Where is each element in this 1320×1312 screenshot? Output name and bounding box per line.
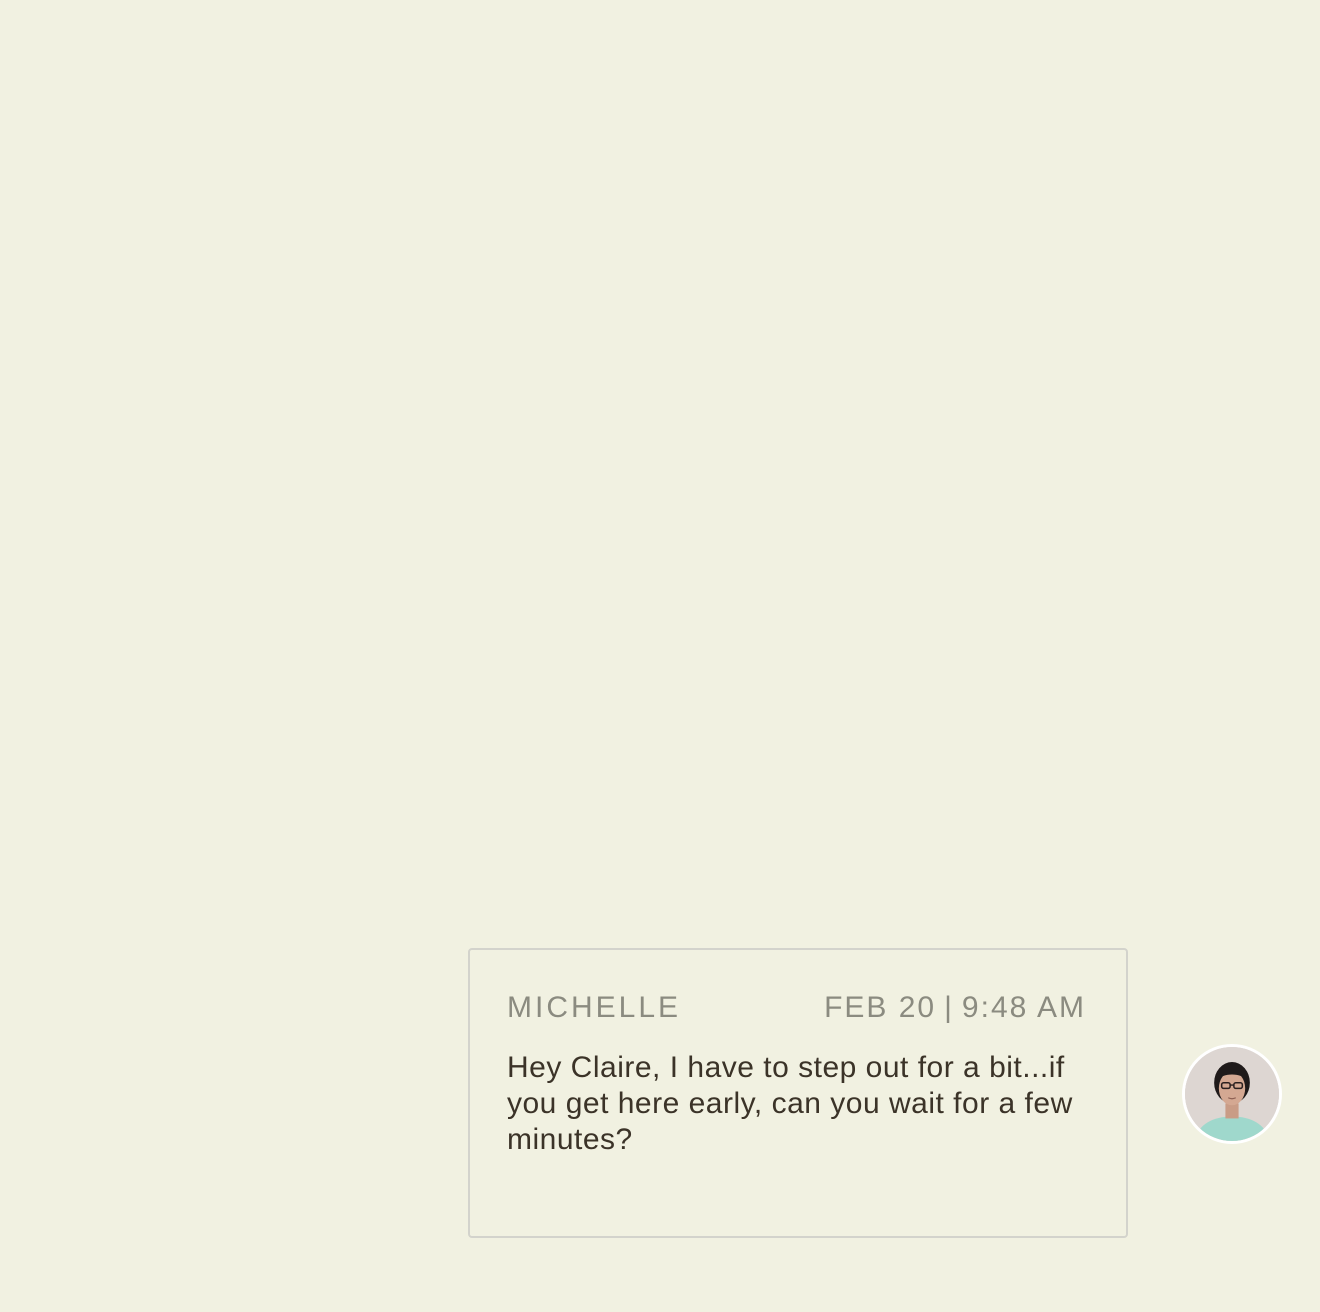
message-timestamp: FEB 20 | 9:48 AM — [824, 988, 1086, 1028]
message-header: MICHELLE FEB 20 | 9:48 AM — [507, 988, 1086, 1028]
message-card: MICHELLE FEB 20 | 9:48 AM Hey Claire, I ha… — [468, 948, 1128, 1238]
user-avatar-icon — [1185, 1047, 1279, 1141]
avatar[interactable] — [1182, 1044, 1282, 1144]
message-time: 9:48 AM — [961, 991, 1086, 1024]
message-text: Hey Claire, I have to step out for a bit… — [507, 1051, 1073, 1156]
timestamp-separator: | — [944, 991, 954, 1024]
message-date: FEB 20 — [824, 991, 937, 1024]
sender-name: MICHELLE — [507, 991, 682, 1024]
